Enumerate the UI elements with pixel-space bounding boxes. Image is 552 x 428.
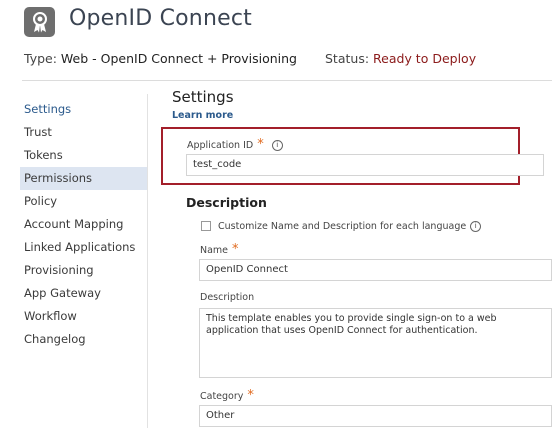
- sidebar-item-changelog[interactable]: Changelog: [20, 328, 147, 351]
- name-label: Name: [200, 245, 229, 256]
- sidebar-item-settings[interactable]: Settings: [20, 98, 147, 121]
- required-icon: *: [232, 242, 239, 257]
- header-divider: [22, 80, 552, 81]
- description-label: Description: [200, 292, 255, 303]
- app-type: Type: Web - OpenID Connect + Provisionin…: [24, 51, 297, 66]
- ribbon-badge-icon: [32, 12, 47, 33]
- learn-more-link[interactable]: Learn more: [172, 110, 233, 121]
- sidebar-item-account-mapping[interactable]: Account Mapping: [20, 213, 147, 236]
- customize-label: Customize Name and Description for each …: [218, 221, 467, 232]
- sidebar-item-policy[interactable]: Policy: [20, 190, 147, 213]
- name-label-row: Name *: [200, 242, 239, 257]
- sidebar-item-workflow[interactable]: Workflow: [20, 305, 147, 328]
- application-id-label: Application ID: [187, 140, 254, 151]
- info-icon[interactable]: i: [470, 221, 482, 232]
- app-icon: [24, 7, 55, 37]
- sidebar-divider: [147, 94, 148, 428]
- required-icon: *: [257, 137, 264, 152]
- application-id-input[interactable]: test_code: [186, 154, 544, 176]
- sidebar-item-app-gateway[interactable]: App Gateway: [20, 282, 147, 305]
- customize-checkbox[interactable]: [201, 221, 211, 231]
- page-title: OpenID Connect: [69, 6, 252, 31]
- required-icon: *: [247, 388, 254, 403]
- category-select[interactable]: Other: [199, 405, 552, 427]
- category-label: Category: [200, 391, 244, 402]
- name-input[interactable]: OpenID Connect: [199, 259, 552, 281]
- sidebar-item-provisioning[interactable]: Provisioning: [20, 259, 147, 282]
- description-heading: Description: [186, 195, 267, 210]
- category-label-row: Category *: [200, 388, 254, 403]
- sidebar-item-linked-applications[interactable]: Linked Applications: [20, 236, 147, 259]
- sidebar-item-trust[interactable]: Trust: [20, 121, 147, 144]
- sidebar-item-tokens[interactable]: Tokens: [20, 144, 147, 167]
- type-value: Web - OpenID Connect + Provisioning: [60, 51, 297, 66]
- application-id-label-row: Application ID * i: [187, 137, 283, 152]
- sidebar-item-permissions[interactable]: Permissions: [20, 167, 147, 190]
- settings-heading: Settings: [172, 88, 234, 106]
- customize-label-row: Customize Name and Description for each …: [218, 221, 482, 232]
- status-label: Status:: [325, 51, 370, 66]
- description-textarea[interactable]: This template enables you to provide sin…: [199, 308, 552, 378]
- status-value: Ready to Deploy: [373, 51, 477, 66]
- info-icon[interactable]: i: [271, 140, 283, 151]
- type-label: Type:: [24, 51, 57, 66]
- app-status: Status: Ready to Deploy: [325, 51, 476, 66]
